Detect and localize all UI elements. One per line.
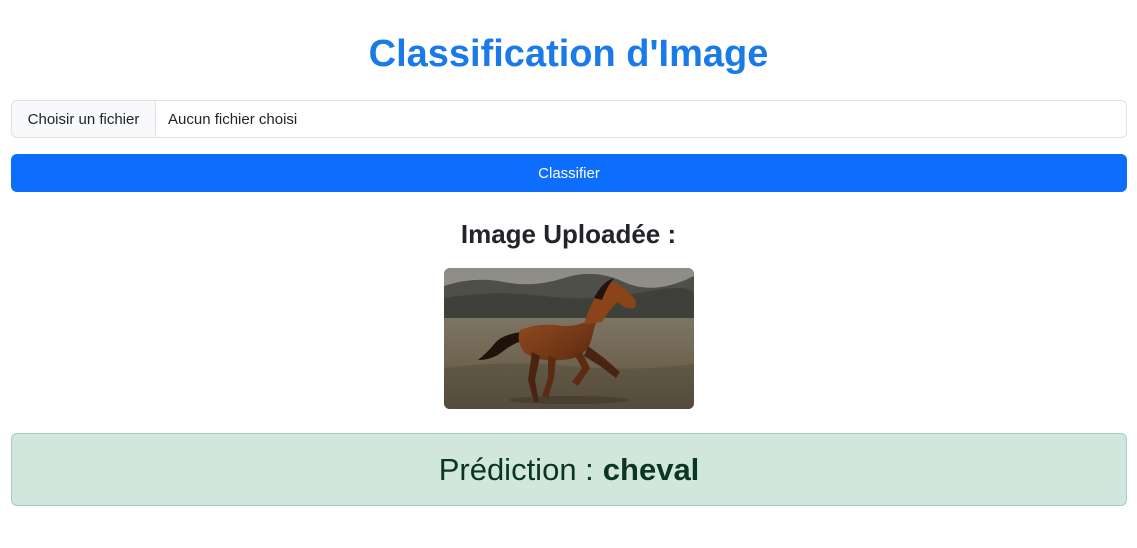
file-status-text: Aucun fichier choisi [168, 110, 298, 128]
prediction-value: cheval [602, 451, 700, 487]
choose-file-button[interactable]: Choisir un fichier [12, 101, 156, 137]
page-title: Classification d'Image [368, 33, 769, 75]
uploaded-image [444, 268, 694, 409]
uploaded-image-heading: Image Uploadée : [460, 219, 677, 249]
page: Classification d'Image Choisir un fichie… [0, 0, 1137, 548]
prediction-alert: Prédiction : cheval [11, 433, 1127, 506]
horse-photo [444, 268, 694, 409]
file-input[interactable]: Choisir un fichier Aucun fichier choisi [11, 100, 1127, 138]
classify-button[interactable]: Classifier [11, 154, 1127, 192]
prediction-label: Prédiction : [438, 451, 594, 487]
